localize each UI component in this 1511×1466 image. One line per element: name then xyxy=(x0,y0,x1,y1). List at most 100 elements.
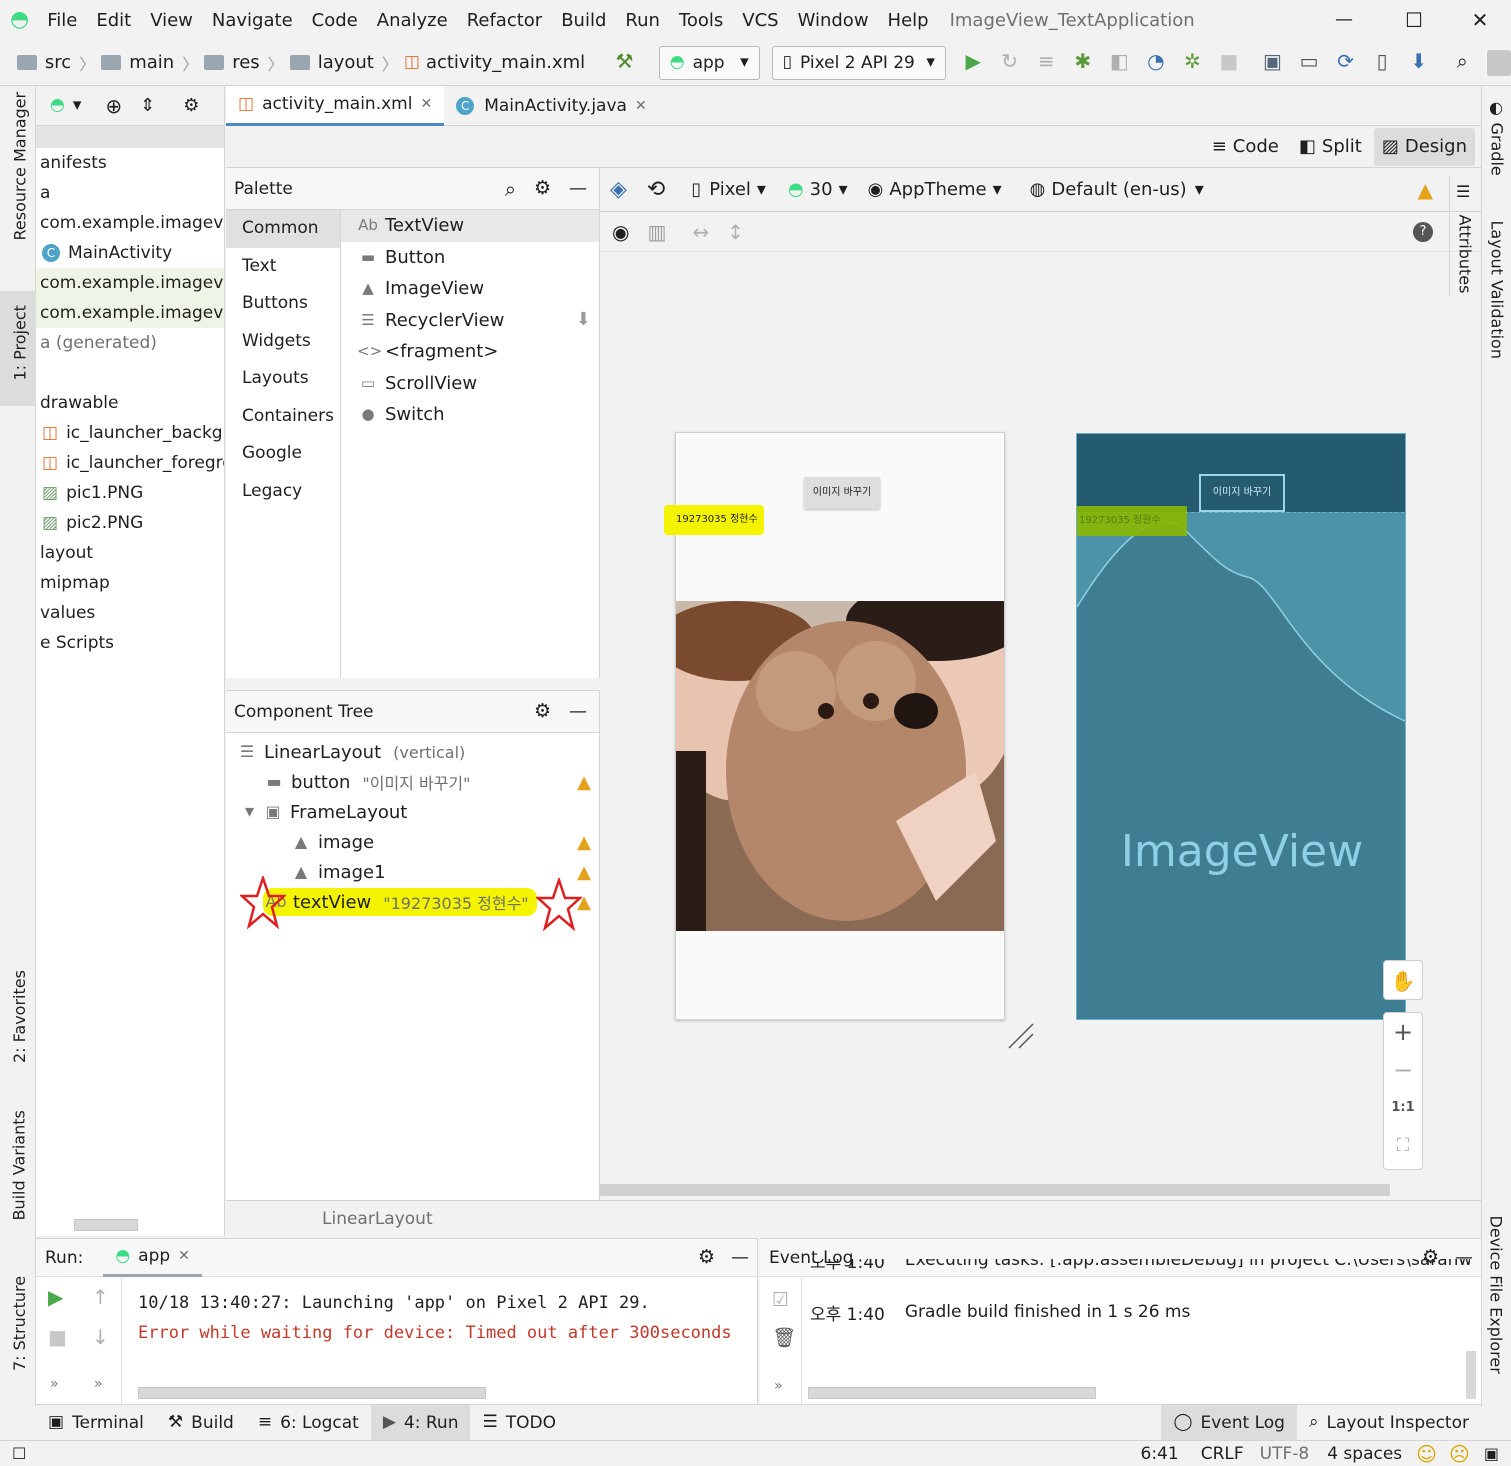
component-tree-node[interactable]: ☰ LinearLayout (vertical) xyxy=(226,737,599,767)
scroll-down-icon[interactable]: ↓ xyxy=(92,1327,109,1347)
run-config-select[interactable]: ◓ app ▾ xyxy=(658,45,760,80)
help-icon[interactable]: ? xyxy=(1413,221,1433,242)
mark-read-icon[interactable]: ☑ xyxy=(772,1291,789,1310)
scroll-up-icon[interactable]: ↑ xyxy=(92,1287,109,1307)
tab-logcat[interactable]: ≡ 6: Logcat xyxy=(246,1405,371,1441)
blueprint-preview-screen[interactable]: 이미지 바꾸기 19273035 정현수 ImageView xyxy=(1076,433,1406,1020)
tab-attributes[interactable]: ☰ Attributes xyxy=(1449,176,1479,296)
breadcrumb-item[interactable]: layout 〉 xyxy=(289,51,404,75)
project-tree-item[interactable]: a xyxy=(36,178,224,208)
blueprint-columns-icon[interactable]: ▥ xyxy=(647,222,666,242)
project-tree-item[interactable]: layout xyxy=(36,538,224,568)
api-dropdown[interactable]: ◓ 30 ▾ xyxy=(788,179,848,200)
project-tree-item[interactable]: values xyxy=(36,598,224,628)
indent-setting[interactable]: 4 spaces xyxy=(1327,1444,1402,1464)
tab-todo[interactable]: ☰ TODO xyxy=(470,1405,568,1441)
menu-item-view[interactable]: View xyxy=(150,10,193,31)
project-tree-item[interactable]: a (generated) xyxy=(36,328,224,358)
design-horizontal-scrollbar[interactable] xyxy=(600,1184,1390,1196)
sync-gradle-icon[interactable]: ⟳ xyxy=(1334,51,1357,75)
locale-dropdown[interactable]: ◍ Default (en-us) ▾ xyxy=(1030,179,1204,200)
zoom-one-to-one-button[interactable]: 1:1 xyxy=(1384,1089,1422,1127)
horizontal-arrows-icon[interactable]: ↔ xyxy=(692,222,709,242)
palette-category-google[interactable]: Google xyxy=(226,435,340,473)
project-tree-item[interactable]: drawable xyxy=(36,388,224,418)
breadcrumb-item[interactable]: ◫ activity_main.xml xyxy=(404,52,593,73)
palette-item[interactable]: ▲ ImageView xyxy=(341,273,599,305)
project-structure-icon[interactable]: ▣ xyxy=(1261,51,1284,75)
menu-item-window[interactable]: Window xyxy=(798,10,869,31)
user-avatar-icon[interactable] xyxy=(1486,49,1511,76)
chevron-down-icon[interactable]: ▾ xyxy=(73,97,82,114)
menu-item-analyze[interactable]: Analyze xyxy=(377,10,448,31)
minimize-panel-icon[interactable]: — xyxy=(569,179,587,198)
smiley-sad-icon[interactable]: ☹ xyxy=(1449,1444,1470,1464)
run-console-output[interactable]: 10/18 13:40:27: Launching 'app' on Pixel… xyxy=(138,1293,758,1353)
menu-item-tools[interactable]: Tools xyxy=(679,10,723,31)
blueprint-textview[interactable]: 19273035 정현수 xyxy=(1077,506,1187,536)
apply-changes-icon[interactable]: ↻ xyxy=(998,51,1021,75)
collapse-all-icon[interactable]: ⇕ xyxy=(140,96,155,115)
tab-build[interactable]: ⚒ Build xyxy=(156,1405,246,1441)
design-preview-screen[interactable]: 이미지 바꾸기 19273035 정현수 xyxy=(664,432,1005,1020)
layers-icon[interactable]: ◈ xyxy=(610,178,627,201)
menu-item-help[interactable]: Help xyxy=(888,10,929,31)
settings-gear-icon[interactable]: ⚙ xyxy=(534,179,551,198)
preview-image-photo[interactable] xyxy=(676,601,1004,931)
warning-icon[interactable]: ▲ xyxy=(577,772,591,793)
warning-icon[interactable]: ▲ xyxy=(577,832,591,853)
project-tree-item[interactable]: C MainActivity xyxy=(36,238,224,268)
theme-dropdown[interactable]: ◉ AppTheme ▾ xyxy=(868,179,1002,200)
close-tab-icon[interactable]: ✕ xyxy=(635,99,647,113)
breadcrumb-item[interactable]: src 〉 xyxy=(16,51,101,75)
maximize-icon[interactable]: ☐ xyxy=(1379,10,1449,30)
palette-category-buttons[interactable]: Buttons xyxy=(226,285,340,323)
pan-tool-button[interactable]: ✋ xyxy=(1383,960,1423,1000)
settings-gear-icon[interactable]: ⚙ xyxy=(698,1248,715,1267)
palette-category-legacy[interactable]: Legacy xyxy=(226,473,340,511)
event-log-entries[interactable]: 오후 1:40 Executing tasks: [:app:assembleDe… xyxy=(810,1259,1470,1379)
minimize-icon[interactable]: — xyxy=(1309,11,1379,29)
eye-icon[interactable]: ◉ xyxy=(612,222,629,242)
project-tree-item[interactable]: ▨ pic1.PNG xyxy=(36,478,224,508)
device-select[interactable]: ▯ Pixel 2 API 29 ▾ xyxy=(771,45,946,80)
project-tree-item[interactable]: com.example.imageview xyxy=(36,208,224,238)
code-view-button[interactable]: ≡ Code xyxy=(1204,128,1287,166)
palette-category-common[interactable]: Common xyxy=(226,210,340,248)
rerun-icon[interactable]: ▶ xyxy=(48,1287,63,1307)
resize-handle-icon[interactable] xyxy=(1005,1020,1035,1050)
device-manager-icon[interactable]: ▯ xyxy=(1371,51,1394,75)
component-tree-node[interactable]: ▬ button "이미지 바꾸기" ▲ xyxy=(226,767,599,797)
project-tree-item[interactable]: anifests xyxy=(36,148,224,178)
tab-layout-inspector[interactable]: ⌕ Layout Inspector xyxy=(1297,1405,1481,1441)
more-icon[interactable]: » xyxy=(50,1377,59,1391)
menu-item-navigate[interactable]: Navigate xyxy=(212,10,293,31)
sdk-manager-icon[interactable]: ⬇ xyxy=(1407,51,1430,75)
palette-item[interactable]: ● Switch xyxy=(341,399,599,431)
debug-icon[interactable]: ✱ xyxy=(1072,51,1095,75)
settings-gear-icon[interactable]: ⚙ xyxy=(183,96,199,115)
menu-item-file[interactable]: File xyxy=(47,10,77,31)
avd-manager-icon[interactable]: ▭ xyxy=(1298,51,1321,75)
menu-item-run[interactable]: Run xyxy=(625,10,660,31)
project-tree-item[interactable]: e Scripts xyxy=(36,628,224,658)
run-icon[interactable]: ▶ xyxy=(962,51,985,75)
component-tree-node[interactable]: ▲ image ▲ xyxy=(226,827,599,857)
menu-item-refactor[interactable]: Refactor xyxy=(467,10,543,31)
project-tree-item[interactable]: ◫ ic_launcher_foreground xyxy=(36,448,224,478)
locate-icon[interactable]: ⊕ xyxy=(105,96,122,116)
run-tab-app[interactable]: ◓ app ✕ xyxy=(103,1239,202,1277)
project-tree-item[interactable] xyxy=(36,358,224,388)
coverage-icon[interactable]: ◧ xyxy=(1108,51,1131,75)
zoom-to-fit-icon[interactable]: ⛶ xyxy=(1384,1127,1422,1165)
event-horizontal-scrollbar[interactable] xyxy=(808,1387,1096,1399)
download-icon[interactable]: ⬇ xyxy=(576,311,591,329)
stop-icon[interactable]: ■ xyxy=(48,1327,67,1347)
palette-item[interactable]: <> <fragment> xyxy=(341,336,599,368)
palette-category-text[interactable]: Text xyxy=(226,248,340,286)
minimize-panel-icon[interactable]: — xyxy=(731,1248,749,1267)
memory-indicator-icon[interactable]: ▣ xyxy=(1484,1445,1499,1462)
design-view-button[interactable]: ▨ Design xyxy=(1373,127,1475,166)
preview-button[interactable]: 이미지 바꾸기 xyxy=(804,477,880,509)
device-dropdown[interactable]: ▯ Pixel ▾ xyxy=(691,179,766,200)
